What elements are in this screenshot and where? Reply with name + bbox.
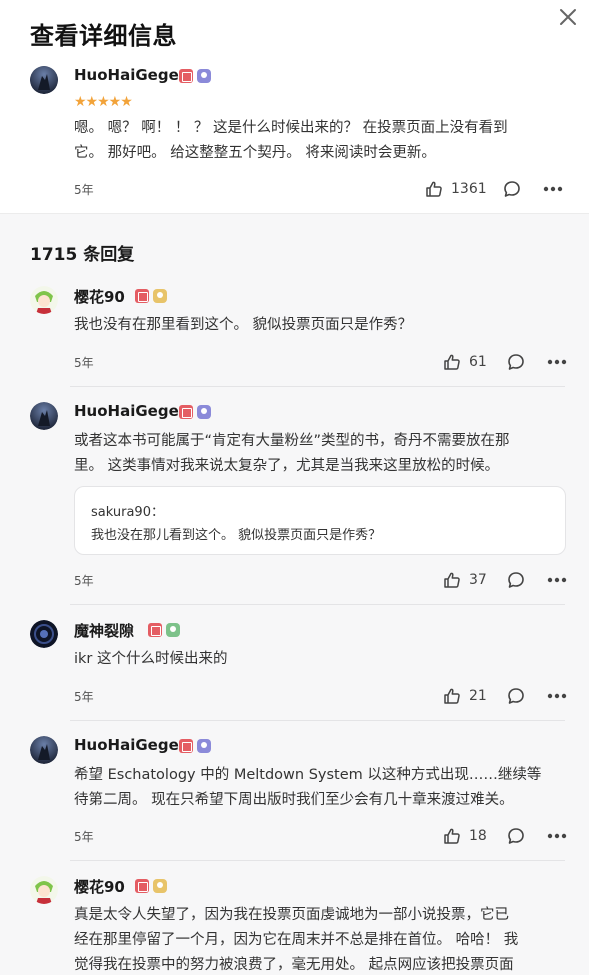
rating-stars: ★★★★★ — [74, 94, 133, 110]
timestamp: 5年 — [74, 574, 94, 588]
comment-button[interactable] — [507, 687, 525, 705]
like-button[interactable] — [443, 827, 461, 845]
more-button[interactable] — [547, 833, 567, 839]
reply-actions: 37 — [443, 571, 567, 589]
more-icon — [547, 577, 567, 583]
comment-icon — [503, 181, 520, 197]
avatar-image — [30, 876, 58, 904]
avatar[interactable] — [30, 402, 58, 430]
avatar-image — [30, 286, 58, 314]
like-count: 1361 — [451, 181, 487, 197]
username[interactable]: 樱花90 — [74, 876, 125, 897]
username[interactable]: HuoHaiGege — [74, 66, 179, 84]
divider — [70, 860, 565, 861]
more-icon — [547, 359, 567, 365]
role-badge-icon — [197, 739, 211, 753]
thumbs-up-icon — [426, 181, 442, 197]
more-icon — [543, 186, 562, 192]
role-badge-icon — [197, 405, 211, 419]
thumbs-up-icon — [444, 828, 460, 844]
comment-icon — [508, 354, 524, 370]
username[interactable]: HuoHaiGege — [74, 402, 179, 420]
like-count: 21 — [469, 688, 487, 704]
user-badges — [135, 879, 167, 893]
avatar[interactable] — [30, 876, 58, 904]
reply-text: ikr 这个什么时候出来的 — [74, 651, 228, 667]
level-badge-icon — [179, 69, 193, 83]
avatar-image — [30, 736, 58, 764]
timestamp: 5年 — [74, 183, 94, 197]
more-button[interactable] — [547, 359, 567, 365]
level-badge-icon — [135, 289, 149, 303]
more-button[interactable] — [547, 693, 567, 699]
avatar-image — [30, 402, 58, 430]
role-badge-icon — [197, 69, 211, 83]
like-button[interactable] — [443, 687, 461, 705]
timestamp: 5年 — [74, 690, 94, 704]
reply-actions: 21 — [443, 687, 567, 705]
timestamp: 5年 — [74, 356, 94, 370]
like-count: 37 — [469, 572, 487, 588]
user-badges — [148, 623, 180, 637]
avatar[interactable] — [30, 736, 58, 764]
level-badge-icon — [135, 879, 149, 893]
avatar[interactable] — [30, 66, 58, 94]
comment-button[interactable] — [507, 827, 525, 845]
close-icon — [560, 9, 576, 25]
divider — [70, 720, 565, 721]
review-text: 嗯。 嗯？ 啊！ ！ ？ 这是什么时候出来的？ 在投票页面上没有看到 它。 那好… — [74, 120, 508, 161]
divider — [70, 386, 565, 387]
close-button[interactable] — [557, 6, 579, 28]
username[interactable]: HuoHaiGege — [74, 736, 179, 754]
user-badges — [179, 69, 211, 83]
avatar-image — [30, 66, 58, 94]
like-button[interactable] — [425, 180, 443, 198]
replies-count: 1715 条回复 — [30, 245, 135, 265]
divider — [70, 604, 565, 605]
user-badges — [179, 405, 211, 419]
like-count: 61 — [469, 354, 487, 370]
avatar[interactable] — [30, 286, 58, 314]
quote-text: 我也没在那儿看到这个。 貌似投票页面只是作秀？ — [91, 528, 382, 543]
review-actions: 1361 — [425, 180, 563, 198]
page-title: 查看详细信息 — [30, 22, 177, 50]
reply-text: 真是太令人失望了，因为我在投票页面虔诚地为一部小说投票，它已 经在那里停留了一个… — [74, 907, 519, 973]
comment-button[interactable] — [507, 353, 525, 371]
comment-icon — [508, 828, 524, 844]
reply-actions: 61 — [443, 353, 567, 371]
more-button[interactable] — [543, 186, 563, 192]
more-icon — [547, 693, 567, 699]
quoted-reply: sakura90： 我也没在那儿看到这个。 貌似投票页面只是作秀？ — [74, 486, 566, 555]
thumbs-up-icon — [444, 572, 460, 588]
role-badge-icon — [153, 879, 167, 893]
thumbs-up-icon — [444, 688, 460, 704]
level-badge-icon — [179, 405, 193, 419]
comment-icon — [508, 688, 524, 704]
avatar[interactable] — [30, 620, 58, 648]
username[interactable]: 魔神裂隙 — [74, 620, 134, 641]
timestamp: 5年 — [74, 830, 94, 844]
level-badge-icon — [179, 739, 193, 753]
like-count: 18 — [469, 828, 487, 844]
level-badge-icon — [148, 623, 162, 637]
user-badges — [135, 289, 167, 303]
comment-icon — [508, 572, 524, 588]
like-button[interactable] — [443, 571, 461, 589]
user-badges — [179, 739, 211, 753]
reply-text: 或者这本书可能属于“肯定有大量粉丝”类型的书，奇丹不需要放在那 里。 这类事情对… — [74, 433, 510, 474]
username[interactable]: 樱花90 — [74, 286, 125, 307]
more-icon — [547, 833, 567, 839]
role-badge-icon — [166, 623, 180, 637]
reply-text: 希望 Eschatology 中的 Meltdown System 以这种方式出… — [74, 767, 542, 808]
thumbs-up-icon — [444, 354, 460, 370]
comment-button[interactable] — [503, 180, 521, 198]
reply-text: 我也没有在那里看到这个。 貌似投票页面只是作秀？ — [74, 317, 413, 333]
quote-author: sakura90： — [91, 505, 164, 520]
comment-button[interactable] — [507, 571, 525, 589]
like-button[interactable] — [443, 353, 461, 371]
role-badge-icon — [153, 289, 167, 303]
more-button[interactable] — [547, 577, 567, 583]
avatar-image — [30, 620, 58, 648]
reply-actions: 18 — [443, 827, 567, 845]
